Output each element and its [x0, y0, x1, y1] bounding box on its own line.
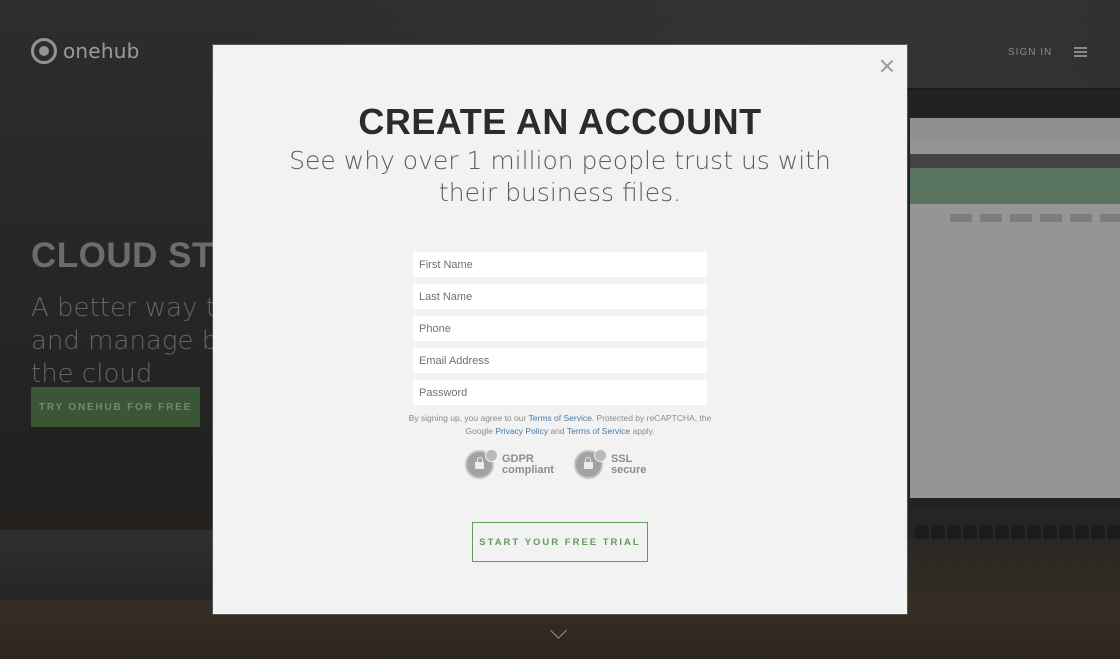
lock-shield-icon — [465, 449, 498, 479]
legal-notice: By signing up, you agree to our Terms of… — [403, 412, 717, 438]
start-free-trial-button[interactable]: START YOUR FREE TRIAL — [472, 522, 648, 562]
ssl-sublabel: secure — [610, 463, 647, 476]
create-account-modal: CREATE AN ACCOUNT See why over 1 million… — [213, 45, 907, 614]
signup-form — [413, 252, 707, 412]
legal-text: and — [548, 426, 567, 436]
privacy-policy-link[interactable]: Privacy Policy — [495, 426, 548, 436]
modal-title: CREATE AN ACCOUNT — [358, 101, 762, 142]
password-field[interactable] — [413, 380, 707, 405]
terms-of-service-link[interactable]: Terms of Service — [529, 413, 592, 423]
legal-text: apply. — [630, 426, 655, 436]
phone-field[interactable] — [413, 316, 707, 341]
legal-text: By signing up, you agree to our — [408, 413, 529, 423]
email-field[interactable] — [413, 348, 707, 373]
ssl-label: SSL — [610, 452, 633, 465]
ssl-badge: SSL secure — [573, 449, 647, 479]
lock-shield-icon — [573, 449, 607, 479]
modal-subtitle: See why over 1 million people trust us w… — [289, 146, 831, 207]
gdpr-sublabel: compliant — [502, 463, 554, 476]
first-name-field[interactable] — [413, 252, 707, 277]
close-icon[interactable] — [880, 59, 894, 73]
last-name-field[interactable] — [413, 284, 707, 309]
gdpr-label: GDPR — [502, 452, 534, 465]
security-badges: GDPR compliant SSL secure — [465, 449, 647, 479]
gdpr-badge: GDPR compliant — [465, 449, 554, 479]
terms-of-service-link-2[interactable]: Terms of Service — [567, 426, 630, 436]
